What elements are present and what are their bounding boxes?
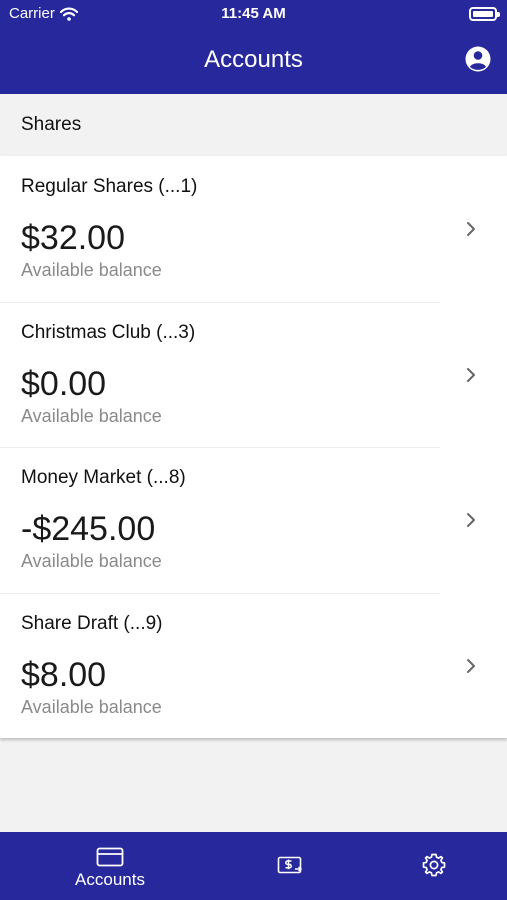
balance-label: Available balance: [21, 405, 162, 426]
profile-icon[interactable]: [464, 45, 492, 73]
account-name: Money Market (...8): [21, 467, 186, 488]
page-title: Accounts: [204, 46, 303, 73]
account-list: Regular Shares (...1) $32.00 Available b…: [0, 156, 507, 738]
gear-icon: [422, 853, 446, 877]
account-row[interactable]: Share Draft (...9) $8.00 Available balan…: [0, 592, 507, 739]
chevron-right-icon: [467, 367, 475, 382]
tab-settings[interactable]: [414, 832, 454, 900]
account-balance: -$245.00: [21, 510, 156, 548]
account-balance: $32.00: [21, 219, 125, 257]
status-bar: Carrier 11:45 AM: [0, 0, 507, 28]
chevron-right-icon: [467, 222, 475, 236]
balance-label: Available balance: [21, 551, 162, 571]
balance-label: Available balance: [21, 696, 162, 717]
tab-transfer[interactable]: [268, 832, 312, 900]
account-name: Regular Shares (...1): [21, 176, 198, 197]
balance-label: Available balance: [21, 260, 162, 280]
card-icon: [96, 847, 124, 867]
account-balance: $0.00: [21, 364, 107, 403]
chevron-right-icon: [467, 513, 475, 527]
chevron-right-icon: [467, 658, 475, 673]
account-row[interactable]: Regular Shares (...1) $32.00 Available b…: [0, 156, 507, 302]
tab-bar: Accounts: [0, 832, 507, 900]
transfer-money-icon: [277, 856, 303, 874]
account-name: Christmas Club (...3): [21, 321, 196, 343]
section-label: Shares: [21, 114, 82, 135]
battery-icon: [469, 7, 500, 21]
account-row[interactable]: Christmas Club (...3) $0.00 Available ba…: [0, 301, 507, 448]
account-row[interactable]: Money Market (...8) -$245.00 Available b…: [0, 447, 507, 593]
section-header: Shares: [0, 94, 507, 156]
tab-accounts-label: Accounts: [75, 870, 145, 889]
clock: 11:45 AM: [221, 5, 286, 22]
app-header: Carrier 11:45 AM Accounts: [0, 0, 507, 94]
account-balance: $8.00: [21, 655, 107, 694]
account-name: Share Draft (...9): [21, 612, 163, 634]
tab-accounts[interactable]: Accounts: [50, 832, 170, 900]
